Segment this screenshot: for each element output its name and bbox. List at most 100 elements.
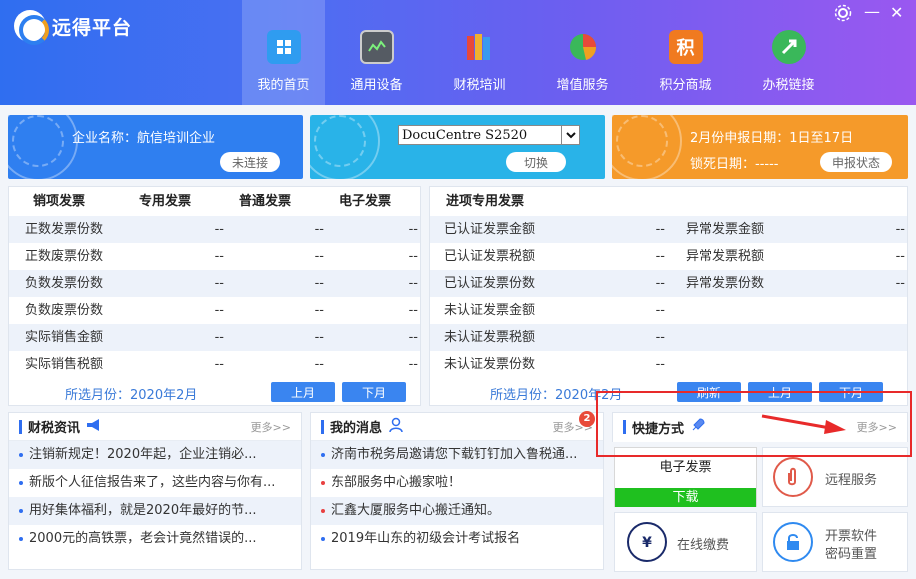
- list-item[interactable]: 注销新规定！2020年起，企业注销必...: [9, 441, 301, 469]
- sales-next-month-button[interactable]: 下月: [342, 382, 406, 402]
- column-header: 普通发票: [239, 194, 292, 209]
- nav-label: 积分商城: [659, 78, 712, 93]
- pie-chart-icon: [566, 30, 600, 64]
- link-icon: [771, 30, 806, 64]
- table-row: 实际销售税额 -- -- --: [9, 351, 420, 378]
- password-reset-shortcut[interactable]: 开票软件 密码重置: [762, 512, 908, 572]
- list-item[interactable]: 东部服务中心搬家啦！: [311, 469, 603, 497]
- svg-text:¥: ¥: [642, 535, 652, 551]
- cell-value: --: [408, 249, 418, 264]
- news-more-link[interactable]: 更多>>: [251, 419, 291, 435]
- row-label: 未认证发票金额: [444, 303, 536, 318]
- cell-value: --: [895, 249, 905, 264]
- cell-value: --: [655, 222, 665, 237]
- news-title: 财税资讯: [28, 421, 81, 436]
- chevron-down-icon[interactable]: [561, 126, 579, 144]
- logo-icon: [14, 10, 49, 45]
- row-label: 已认证发票份数: [444, 276, 536, 291]
- bullet-icon: [321, 480, 325, 485]
- decorative-pattern: [616, 115, 668, 167]
- declare-status-button[interactable]: 申报状态: [820, 152, 893, 172]
- messages-list: 济南市税务局邀请您下载钉钉加入鲁税通... 东部服务中心搬家啦！ 汇鑫大厦服务中心搬…: [311, 441, 603, 553]
- table-row: 负数发票份数 -- -- --: [9, 270, 420, 297]
- cell-value: --: [408, 357, 418, 372]
- points-icon: 积: [668, 30, 703, 64]
- news-header: 财税资讯 更多>>: [9, 413, 301, 441]
- nav-devices[interactable]: 通用设备: [325, 0, 428, 105]
- top-header: 远得平台 — ✕ 我的首页 通用设备 财税培训 增值服务 积 积分商城 办税链接: [0, 0, 916, 105]
- lock-date: 锁死日期：-----: [690, 157, 779, 172]
- table-row: 未认证发票税额 --: [430, 324, 907, 351]
- list-item[interactable]: 济南市税务局邀请您下载钉钉加入鲁税通...: [311, 441, 603, 469]
- table-row: 正数发票份数 -- -- --: [9, 216, 420, 243]
- list-item[interactable]: 新版个人征信报告来了，这些内容与你有...: [9, 469, 301, 497]
- device-select-value: DocuCentre S2520: [402, 127, 528, 143]
- row-label: 负数废票份数: [25, 303, 104, 318]
- connect-status-button[interactable]: 未连接: [220, 152, 281, 172]
- company-name: 企业名称：航信培训企业: [72, 131, 216, 146]
- device-card: DocuCentre S2520 切换: [310, 115, 605, 179]
- table-row: 已认证发票份数 -- 异常发票份数 --: [430, 270, 907, 297]
- yen-coin-icon: ¥: [627, 522, 667, 562]
- online-payment-shortcut[interactable]: ¥ 在线缴费: [614, 512, 757, 572]
- password-reset-label-2: 密码重置: [825, 547, 878, 562]
- nav-home[interactable]: 我的首页: [242, 0, 325, 105]
- row-label: 已认证发票金额: [444, 222, 536, 237]
- lock-icon: [773, 522, 813, 562]
- cell-value: --: [408, 303, 418, 318]
- cell-value: --: [214, 222, 224, 237]
- table-row: 负数废票份数 -- -- --: [9, 297, 420, 324]
- company-card: 企业名称：航信培训企业 未连接: [8, 115, 303, 179]
- nav-training[interactable]: 财税培训: [428, 0, 531, 105]
- sales-table-header: 销项发票 专用发票 普通发票 电子发票: [9, 188, 420, 215]
- cell-value: --: [408, 222, 418, 237]
- decorative-pattern: [12, 115, 64, 167]
- news-item-text: 2000元的高铁票，老会计竟然错误的...: [29, 531, 257, 546]
- home-grid-icon: [266, 30, 301, 64]
- online-payment-label: 在线缴费: [677, 538, 730, 553]
- cell-value: --: [655, 303, 665, 318]
- table-row: 已认证发票金额 -- 异常发票金额 --: [430, 216, 907, 243]
- e-invoice-download-button[interactable]: 下载: [615, 488, 756, 507]
- nav-points-mall[interactable]: 积 积分商城: [634, 0, 737, 105]
- cell-value: --: [214, 357, 224, 372]
- cell-value: --: [314, 222, 324, 237]
- cell-value: --: [214, 249, 224, 264]
- list-item[interactable]: 汇鑫大厦服务中心搬迁通知。: [311, 497, 603, 525]
- annotation-highlight-box: [596, 391, 912, 457]
- list-item[interactable]: 2000元的高铁票，老会计竟然错误的...: [9, 525, 301, 553]
- row-label: 实际销售税额: [25, 357, 104, 372]
- device-select[interactable]: DocuCentre S2520: [398, 125, 580, 145]
- news-item-text: 注销新规定！2020年起，企业注销必...: [29, 447, 257, 462]
- row-label: 正数发票份数: [25, 222, 104, 237]
- minimize-button[interactable]: —: [864, 2, 880, 21]
- remote-service-label: 远程服务: [825, 473, 878, 488]
- sales-prev-month-button[interactable]: 上月: [271, 382, 335, 402]
- cell-value: --: [314, 276, 324, 291]
- list-item[interactable]: 2019年山东的初级会计考试报名: [311, 525, 603, 553]
- cell-value: --: [214, 303, 224, 318]
- books-icon: [463, 30, 497, 64]
- list-item[interactable]: 用好集体福利，就是2020年最好的节...: [9, 497, 301, 525]
- row-label: 异常发票份数: [686, 276, 765, 291]
- news-list: 注销新规定！2020年起，企业注销必... 新版个人征信报告来了，这些内容与你有.…: [9, 441, 301, 553]
- nav-value-added[interactable]: 增值服务: [531, 0, 634, 105]
- declare-date: 2月份申报日期：1日至17日: [690, 131, 854, 146]
- cell-value: --: [314, 303, 324, 318]
- input-invoice-panel: 进项专用发票 已认证发票金额 -- 异常发票金额 -- 已认证发票税额 -- 异常发票税额 -…: [429, 186, 908, 406]
- close-button[interactable]: ✕: [890, 3, 903, 22]
- nav-label: 财税培训: [453, 78, 506, 93]
- bullet-icon: [321, 452, 325, 457]
- news-item-text: 新版个人征信报告来了，这些内容与你有...: [29, 475, 276, 490]
- cell-value: --: [314, 357, 324, 372]
- table-row: 实际销售金额 -- -- --: [9, 324, 420, 351]
- row-label: 实际销售金额: [25, 330, 104, 345]
- user-icon: [388, 417, 404, 437]
- nav-tax-links[interactable]: 办税链接: [737, 0, 840, 105]
- message-item-text: 东部服务中心搬家啦！: [331, 475, 462, 490]
- switch-device-button[interactable]: 切换: [506, 152, 567, 172]
- annotation-arrow-icon: [761, 414, 846, 434]
- password-reset-label-1: 开票软件: [825, 529, 878, 544]
- message-item-text: 汇鑫大厦服务中心搬迁通知。: [331, 503, 501, 518]
- column-header: 进项专用发票: [446, 194, 525, 209]
